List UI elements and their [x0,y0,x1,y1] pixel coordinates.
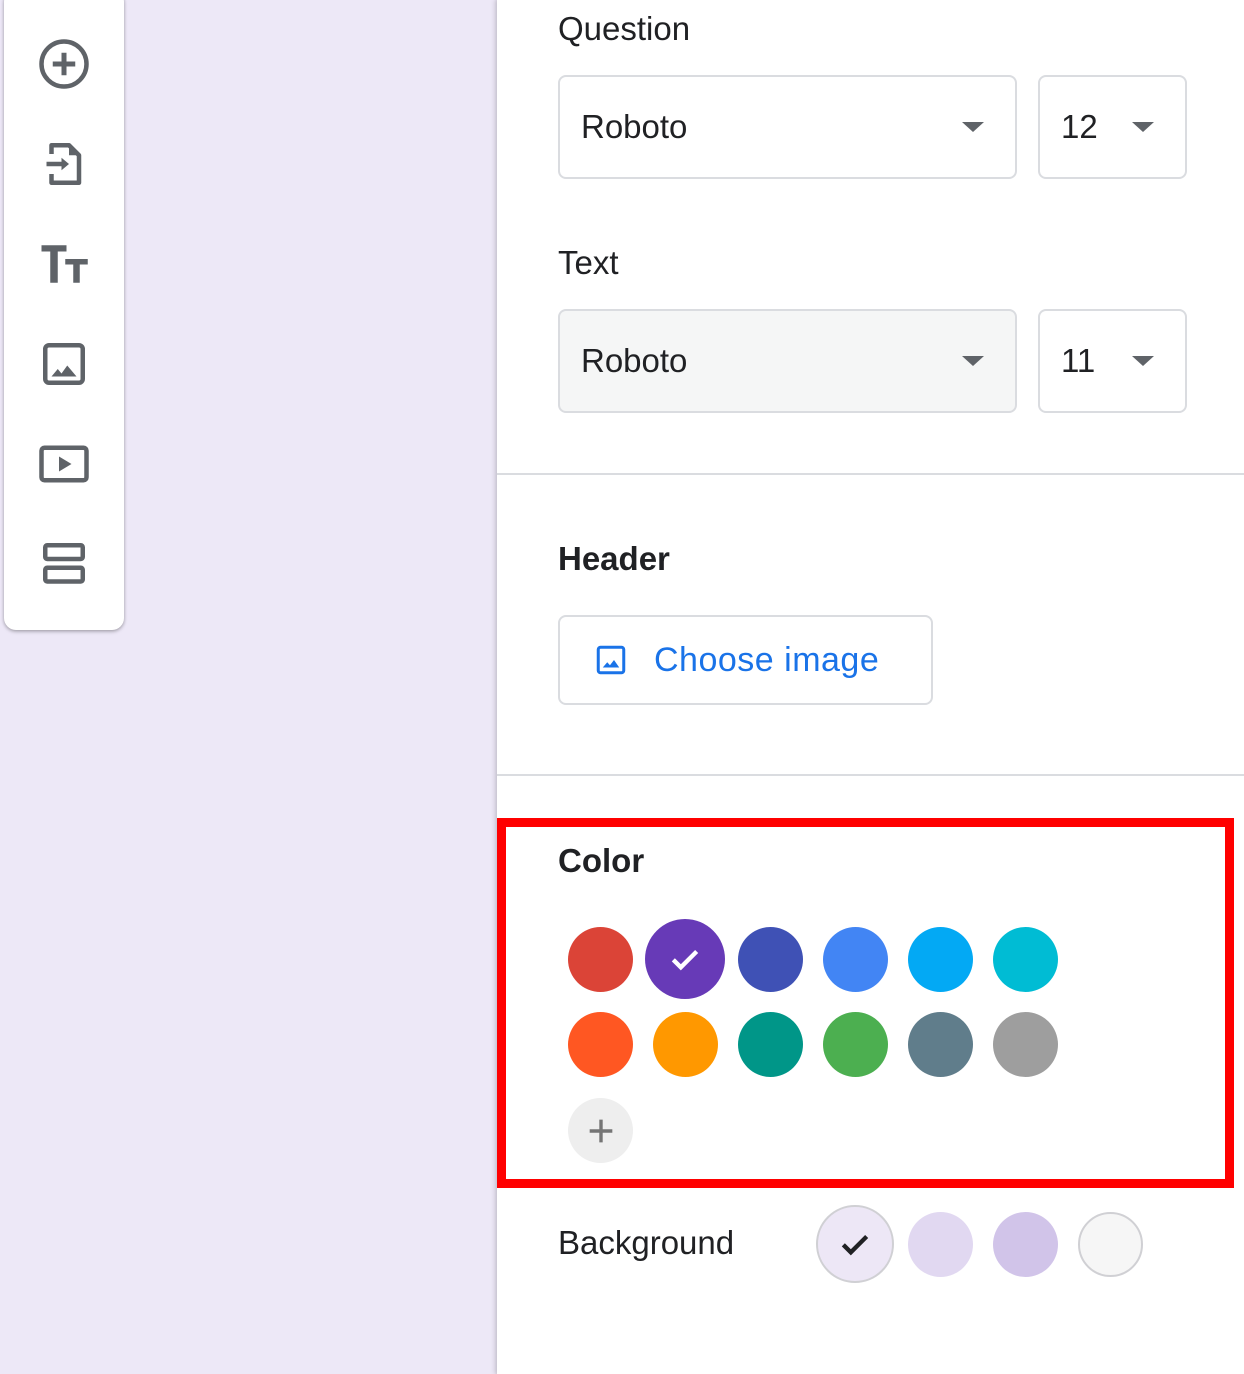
color-swatch-deep-purple[interactable] [645,919,725,999]
color-swatch-blue[interactable] [822,926,888,992]
text-size-value: 11 [1061,342,1096,379]
check-icon [671,949,699,971]
color-swatch-indigo[interactable] [737,926,803,992]
add-video-button[interactable] [26,426,102,502]
color-swatch-orange[interactable] [652,1011,718,1077]
divider [497,774,1244,776]
color-swatch-deep-orange[interactable] [567,1011,633,1077]
color-label: Color [558,842,645,879]
add-image-button[interactable] [26,326,102,402]
question-size-value: 12 [1061,108,1098,145]
color-swatch-teal[interactable] [737,1011,803,1077]
question-size-select[interactable]: 12 [1038,75,1187,179]
background-swatch-medium[interactable] [992,1212,1058,1277]
add-title-button[interactable] [26,226,102,302]
import-file-icon [46,143,82,185]
color-swatch-light-blue[interactable] [907,926,973,992]
floating-toolbar [4,0,124,630]
choose-image-label: Choose image [654,640,880,679]
add-circle-icon [39,39,89,89]
background-swatch-light[interactable] [907,1212,973,1277]
chevron-down-icon [1132,122,1154,132]
add-section-button[interactable] [26,526,102,602]
choose-image-button[interactable]: Choose image [558,615,933,705]
color-swatch-green[interactable] [822,1011,888,1077]
text-font-select[interactable]: Roboto [558,309,1017,413]
color-swatch-blue-grey[interactable] [907,1011,973,1077]
title-text-icon [41,245,88,283]
image-icon [43,343,85,385]
plus-icon [589,1119,612,1142]
add-question-button[interactable] [26,26,102,102]
video-icon [39,445,89,483]
divider [497,473,1244,475]
color-swatch-cyan[interactable] [992,926,1058,992]
question-font-value: Roboto [581,108,688,145]
question-label: Question [558,10,691,47]
header-label: Header [558,540,670,577]
text-font-value: Roboto [581,342,688,379]
background-swatch-lightest[interactable] [816,1205,894,1283]
chevron-down-icon [1132,356,1154,366]
section-icon [43,543,85,584]
check-icon [841,1234,869,1256]
add-custom-color-button[interactable] [568,1098,633,1163]
color-swatch-red[interactable] [567,926,633,992]
background-label: Background [558,1224,735,1261]
color-swatch-grey[interactable] [992,1011,1058,1077]
background-swatch-grey[interactable] [1077,1212,1143,1277]
chevron-down-icon [962,122,984,132]
chevron-down-icon [962,356,984,366]
text-size-select[interactable]: 11 [1038,309,1187,413]
theme-panel: Question Roboto 12 Text Roboto 11 Header… [497,0,1244,1374]
image-icon [596,645,626,675]
question-font-select[interactable]: Roboto [558,75,1017,179]
import-questions-button[interactable] [26,126,102,202]
text-label: Text [558,244,619,281]
